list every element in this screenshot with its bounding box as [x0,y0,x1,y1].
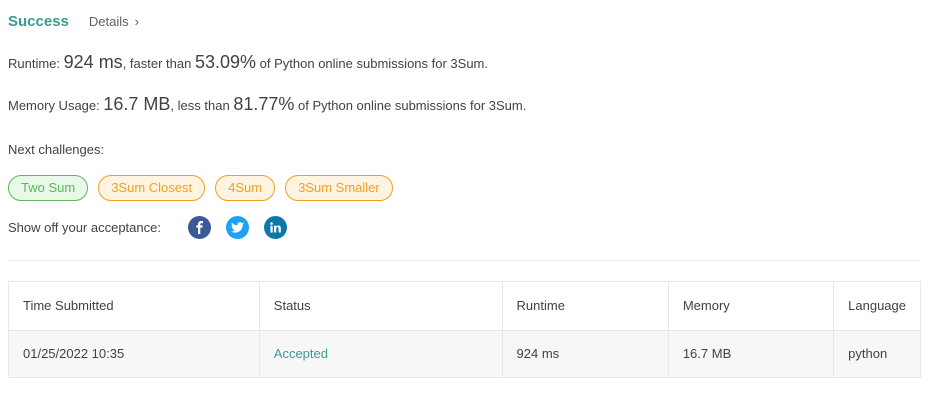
challenge-tag-two-sum[interactable]: Two Sum [8,175,89,201]
runtime-mid-text: , faster than [122,56,192,71]
cell-status: Accepted [259,330,503,377]
table-row: 01/25/2022 10:35 Accepted 924 ms 16.7 MB… [9,330,920,377]
challenge-tag-3sum-smaller[interactable]: 3Sum Smaller [285,175,393,201]
cell-memory: 16.7 MB [668,330,835,377]
memory-stat: Memory Usage: 16.7 MB, less than 81.77% … [8,94,526,115]
cell-language: python [848,346,888,362]
share-row: Show off your acceptance: [8,214,287,240]
column-header-runtime: Runtime [502,282,669,330]
result-header: Success Details › [8,11,139,31]
column-header-language: Language [848,298,906,314]
runtime-value: 924 ms [63,52,123,72]
details-link[interactable]: Details › [89,14,139,29]
runtime-stat: Runtime: 924 ms, faster than 53.09% of P… [8,52,488,73]
table-header-row: Time Submitted Status Runtime Memory Lan… [9,282,920,330]
divider [8,260,921,261]
twitter-icon[interactable] [225,215,249,239]
column-header-time-submitted: Time Submitted [9,282,260,330]
chevron-right-icon: › [134,13,139,29]
share-label: Show off your acceptance: [8,219,161,235]
next-challenges-list: Two Sum 3Sum Closest 4Sum 3Sum Smaller [8,175,393,201]
facebook-icon[interactable] [187,215,211,239]
cell-runtime: 924 ms [502,330,669,377]
success-title: Success [8,12,69,30]
runtime-label: Runtime: [8,56,61,71]
share-icons [187,215,287,239]
memory-value: 16.7 MB [103,94,171,114]
challenge-tag-3sum-closest[interactable]: 3Sum Closest [98,175,206,201]
memory-suffix: of Python online submissions for 3Sum. [298,98,527,113]
column-header-memory: Memory [668,282,835,330]
next-challenges-label: Next challenges: [8,142,105,157]
runtime-percent: 53.09% [194,52,257,72]
memory-label: Memory Usage: [8,98,100,113]
linkedin-icon[interactable] [263,215,287,239]
memory-percent: 81.77% [233,94,295,114]
submission-result-panel: Success Details › Runtime: 924 ms, faste… [0,0,947,412]
details-label: Details [88,13,129,29]
challenge-tag-4sum[interactable]: 4Sum [215,175,276,201]
column-header-status: Status [259,282,503,330]
status-accepted-link[interactable]: Accepted [274,346,328,361]
cell-time-submitted: 01/25/2022 10:35 [9,330,260,377]
memory-mid-text: , less than [170,98,230,113]
submissions-table: Time Submitted Status Runtime Memory Lan… [8,281,921,378]
runtime-suffix: of Python online submissions for 3Sum. [259,56,488,71]
